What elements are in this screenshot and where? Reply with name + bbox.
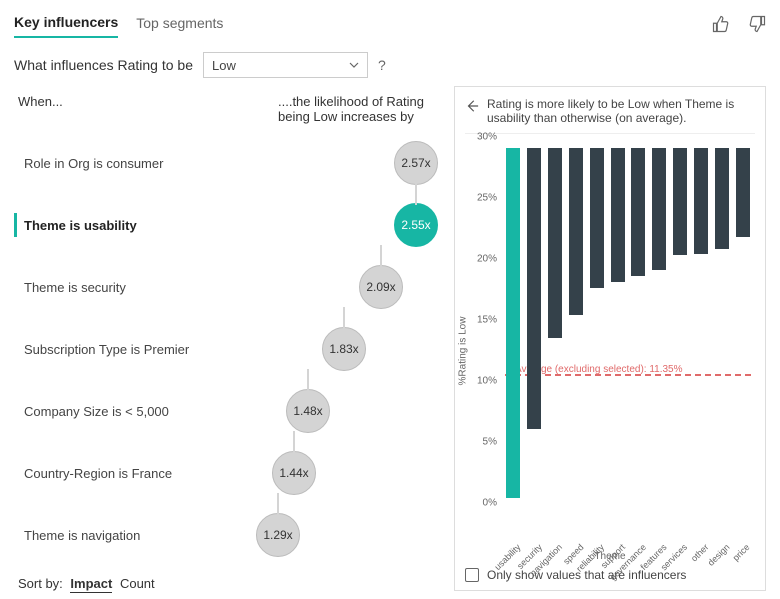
influencer-list: Role in Org is consumer Theme is usabilit…: [14, 132, 444, 572]
y-tick: 10%: [471, 376, 497, 387]
bar[interactable]: services: [672, 148, 689, 514]
influencer-row[interactable]: Country-Region is France: [14, 442, 444, 504]
tab-key-influencers[interactable]: Key influencers: [14, 10, 118, 38]
influencer-label: Role in Org is consumer: [14, 156, 234, 171]
insight-text: Rating is more likely to be Low when The…: [487, 97, 755, 125]
x-tick: price: [731, 542, 752, 563]
prompt-text: What influences Rating to be: [14, 57, 193, 73]
sort-label: Sort by:: [18, 576, 63, 591]
x-axis-label: Theme: [594, 551, 625, 562]
bar[interactable]: design: [713, 148, 730, 514]
influencer-label: Theme is usability: [14, 218, 234, 233]
influencer-row[interactable]: Company Size is < 5,000: [14, 380, 444, 442]
only-influencers-label: Only show values that are influencers: [487, 568, 686, 582]
target-value-select[interactable]: Low: [203, 52, 368, 78]
influencer-row[interactable]: Subscription Type is Premier: [14, 318, 444, 380]
influencer-bubble[interactable]: 2.09x: [359, 265, 403, 309]
bar[interactable]: governance: [630, 148, 647, 514]
bar[interactable]: usability: [505, 148, 522, 514]
chevron-down-icon: [349, 60, 359, 70]
influencer-row[interactable]: Theme is navigation: [14, 504, 444, 566]
influencer-label: Country-Region is France: [14, 466, 234, 481]
y-tick: 30%: [471, 132, 497, 143]
bar[interactable]: security: [526, 148, 543, 514]
bar[interactable]: support: [609, 148, 626, 514]
influencer-label: Subscription Type is Premier: [14, 342, 234, 357]
influencer-row[interactable]: Role in Org is consumer: [14, 132, 444, 194]
thumbs-down-icon[interactable]: [748, 15, 766, 33]
influencer-label: Company Size is < 5,000: [14, 404, 234, 419]
influencer-bubble[interactable]: 2.57x: [394, 141, 438, 185]
y-tick: 20%: [471, 254, 497, 265]
sort-count[interactable]: Count: [120, 576, 155, 591]
influencer-bubble[interactable]: 2.55x: [394, 203, 438, 247]
y-tick: 5%: [471, 437, 497, 448]
influencer-label: Theme is security: [14, 280, 234, 295]
when-header: When...: [18, 94, 278, 124]
bar[interactable]: other: [692, 148, 709, 514]
prompt-row: What influences Rating to be Low ?: [14, 52, 766, 78]
detail-panel: Rating is more likely to be Low when The…: [454, 86, 766, 591]
influencers-panel: When... ....the likelihood of Rating bei…: [14, 86, 444, 591]
likelihood-header: ....the likelihood of Rating being Low i…: [278, 94, 440, 124]
help-icon[interactable]: ?: [378, 57, 386, 73]
bar[interactable]: price: [734, 148, 751, 514]
thumbs-up-icon[interactable]: [712, 15, 730, 33]
influencer-bubble[interactable]: 1.29x: [256, 513, 300, 557]
y-tick: 25%: [471, 193, 497, 204]
chart: %Rating is Low 0%5%10%15%20%25%30%Averag…: [465, 138, 755, 564]
y-axis-label: %Rating is Low: [458, 317, 469, 386]
only-influencers-checkbox[interactable]: [465, 568, 479, 582]
influencer-bubble[interactable]: 1.44x: [272, 451, 316, 495]
influencer-bubble[interactable]: 1.48x: [286, 389, 330, 433]
bar[interactable]: features: [651, 148, 668, 514]
y-tick: 15%: [471, 315, 497, 326]
sort-row: Sort by: Impact Count: [14, 576, 444, 591]
y-tick: 0%: [471, 498, 497, 509]
bar[interactable]: speed: [567, 148, 584, 514]
select-value: Low: [212, 58, 236, 73]
bar[interactable]: reliability: [588, 148, 605, 514]
sort-impact[interactable]: Impact: [70, 576, 112, 593]
back-arrow-icon[interactable]: [465, 99, 479, 113]
tabs-bar: Key influencers Top segments: [14, 8, 766, 42]
bar[interactable]: navigation: [547, 148, 564, 514]
influencer-bubble[interactable]: 1.83x: [322, 327, 366, 371]
tab-top-segments[interactable]: Top segments: [136, 11, 223, 37]
x-tick: design: [705, 542, 731, 568]
influencer-label: Theme is navigation: [14, 528, 234, 543]
